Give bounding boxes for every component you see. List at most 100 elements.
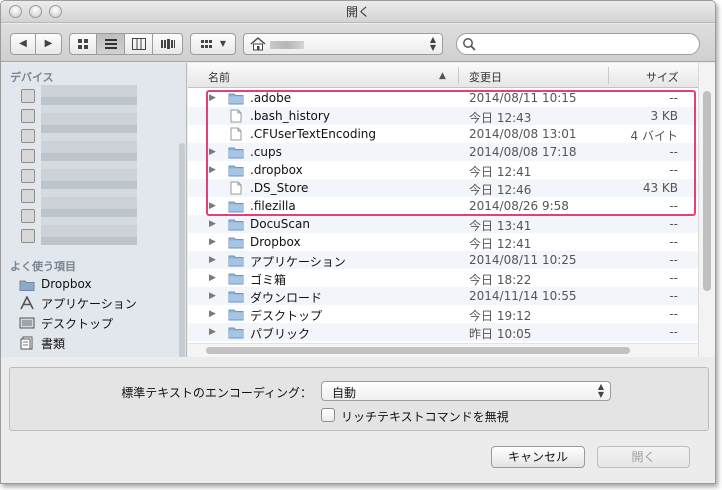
encoding-value: 自動 (332, 386, 357, 400)
file-size: -- (669, 253, 678, 267)
coverflow-view-button[interactable] (153, 33, 183, 55)
file-row[interactable]: ▶ .cups 2014/08/08 17:18 -- (188, 143, 698, 161)
file-row[interactable]: ▶ ダウンロード 2014/11/14 10:55 -- (188, 287, 698, 305)
file-name: .DS_Store (250, 181, 309, 195)
disclosure-triangle-icon[interactable]: ▶ (209, 219, 216, 229)
column-name-header[interactable]: 名前 (208, 69, 230, 85)
sidebar-item-dropbox[interactable]: Dropbox (19, 275, 92, 293)
folder-icon (228, 93, 244, 105)
disclosure-triangle-icon[interactable]: ▶ (209, 309, 216, 319)
file-modified-date: 2014/08/26 9:58 (469, 199, 569, 213)
encoding-popup[interactable]: 自動 ▲ ▼ (321, 381, 611, 401)
disclosure-triangle-icon[interactable]: ▶ (209, 273, 216, 283)
list-view-icon (104, 39, 117, 49)
drive-icon[interactable] (21, 229, 35, 243)
file-name: .adobe (250, 91, 292, 105)
sidebar: デバイス よく使う項目 Dropbox アプリケーション デスクトップ 書類 (1, 63, 187, 357)
device-icon[interactable] (21, 89, 35, 103)
window-title: 開く (345, 5, 370, 19)
time-machine-icon[interactable] (21, 169, 35, 183)
file-row[interactable]: ▶ .adobe 2014/08/11 10:15 -- (188, 89, 698, 107)
file-modified-date: 今日 12:43 (469, 111, 532, 125)
disclosure-triangle-icon[interactable]: ▶ (209, 327, 216, 337)
file-row[interactable]: .CFUserTextEncoding 2014/08/08 13:01 4 バイト (188, 125, 698, 143)
updown-arrows-icon: ▲ ▼ (429, 35, 436, 52)
disclosure-triangle-icon[interactable]: ▶ (209, 201, 216, 211)
drive-icon[interactable] (21, 209, 35, 223)
forward-button[interactable]: ▶ (36, 33, 62, 55)
column-view-button[interactable] (125, 33, 153, 55)
device-names-obscured (41, 85, 137, 245)
ignore-rich-text-checkbox[interactable] (321, 408, 335, 422)
file-size: -- (669, 217, 678, 231)
minimize-window-button[interactable] (29, 5, 42, 18)
disclosure-triangle-icon[interactable]: ▶ (209, 93, 216, 103)
file-size: -- (669, 163, 678, 177)
horizontal-scrollbar[interactable] (188, 343, 698, 357)
folder-icon (228, 219, 244, 231)
sidebar-item-desktop[interactable]: デスクトップ (19, 314, 113, 332)
file-size: 3 KB (650, 109, 678, 123)
open-button[interactable]: 開く (597, 446, 690, 468)
disclosure-triangle-icon[interactable]: ▶ (209, 147, 216, 157)
folder-icon (228, 255, 244, 267)
file-row[interactable]: ▶ DocuScan 今日 13:41 -- (188, 215, 698, 233)
disclosure-triangle-icon[interactable]: ▶ (209, 237, 216, 247)
file-size: -- (669, 199, 678, 213)
file-size: 4 バイト (630, 129, 678, 143)
back-arrow-icon: ◀ (19, 38, 27, 49)
updown-arrows-icon: ▲ ▼ (597, 382, 604, 399)
column-divider[interactable] (458, 67, 459, 84)
file-row[interactable]: ▶ アプリケーション 2014/08/11 10:25 -- (188, 251, 698, 269)
disclosure-triangle-icon[interactable]: ▶ (209, 165, 216, 175)
zoom-window-button[interactable] (49, 5, 62, 18)
vertical-scroll-thumb[interactable] (703, 91, 711, 291)
file-row[interactable]: .bash_history 今日 12:43 3 KB (188, 107, 698, 125)
search-field[interactable] (456, 33, 700, 55)
sidebar-item-documents[interactable]: 書類 (19, 334, 65, 352)
close-window-button[interactable] (9, 5, 22, 18)
location-name-obscured (270, 41, 304, 49)
back-button[interactable]: ◀ (10, 33, 36, 55)
drive-icon[interactable] (21, 189, 35, 203)
file-name: パブリック (250, 327, 311, 341)
file-name: .cups (250, 145, 282, 159)
file-modified-date: 今日 12:46 (469, 183, 532, 197)
arrange-menu-button[interactable]: ▼ (190, 33, 236, 55)
vertical-scrollbar[interactable] (698, 63, 715, 357)
icon-view-button[interactable] (69, 33, 97, 55)
sidebar-scrollbar[interactable] (179, 143, 185, 357)
file-row[interactable]: ▶ Dropbox 今日 12:41 -- (188, 233, 698, 251)
disclosure-triangle-icon[interactable]: ▶ (209, 291, 216, 301)
column-modified-header[interactable]: 変更日 (469, 69, 502, 85)
sidebar-item-applications[interactable]: アプリケーション (19, 294, 137, 312)
title-bar: 開く (1, 1, 715, 23)
file-name: .filezilla (250, 199, 296, 213)
file-row[interactable]: ▶ デスクトップ 今日 19:12 -- (188, 305, 698, 323)
list-view-button[interactable] (97, 33, 125, 55)
folder-icon (228, 291, 244, 303)
column-divider[interactable] (608, 67, 609, 84)
location-popup[interactable]: ▲ ▼ (243, 33, 443, 55)
file-row[interactable]: ▶ .dropbox 今日 12:41 -- (188, 161, 698, 179)
drive-icon[interactable] (21, 149, 35, 163)
drive-icon[interactable] (21, 109, 35, 123)
horizontal-scroll-thumb[interactable] (206, 347, 630, 354)
cancel-button[interactable]: キャンセル (491, 446, 585, 468)
file-row[interactable]: ▶ ゴミ箱 今日 18:22 -- (188, 269, 698, 287)
file-row[interactable]: ▶ パブリック 昨日 10:05 -- (188, 323, 698, 341)
sort-ascending-icon: ▲ (439, 71, 446, 81)
file-row[interactable]: ▶ .filezilla 2014/08/26 9:58 -- (188, 197, 698, 215)
desktop-icon (19, 316, 35, 330)
ignore-rich-text-label[interactable]: リッチテキストコマンドを無視 (341, 408, 509, 425)
drive-icon[interactable] (21, 129, 35, 143)
disclosure-triangle-icon[interactable]: ▶ (209, 255, 216, 265)
arrange-grid-icon (200, 40, 212, 48)
file-modified-date: 2014/08/11 10:15 (469, 91, 577, 105)
file-modified-date: 昨日 10:05 (469, 327, 532, 341)
file-size: -- (669, 91, 678, 105)
file-row[interactable]: .DS_Store 今日 12:46 43 KB (188, 179, 698, 197)
file-name: デスクトップ (250, 309, 323, 323)
coverflow-view-icon (160, 39, 175, 49)
column-size-header[interactable]: サイズ (646, 69, 679, 85)
